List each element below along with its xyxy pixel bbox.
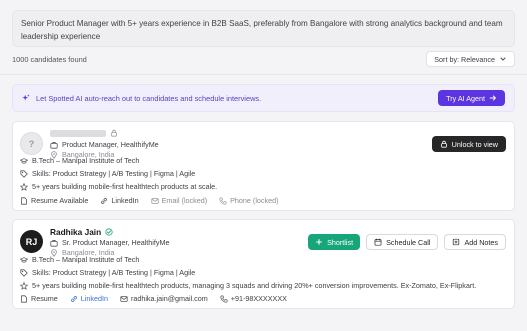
hidden-name-placeholder [50, 129, 106, 137]
arrow-right-icon [489, 94, 497, 102]
candidate-actions: Shortlist Schedule Call Add Notes [308, 234, 506, 250]
candidate-education: B.Tech – Manipal Institute of Tech [32, 156, 140, 165]
candidate-education-row: B.Tech – Manipal Institute of Tech [20, 156, 139, 165]
candidate-title-row: Product Manager, HealthifyMe [50, 140, 159, 149]
graduation-cap-icon [20, 157, 28, 165]
banner-text: Let Spotted AI auto-reach out to candida… [36, 93, 262, 103]
unlock-to-view-button[interactable]: Unlock to view [431, 136, 506, 152]
document-icon [20, 294, 28, 303]
candidate-name-row [50, 129, 118, 137]
add-notes-button[interactable]: Add Notes [444, 234, 506, 250]
candidate-summary-row: 5+ years building mobile-first healthtec… [20, 182, 217, 191]
avatar: ? [20, 132, 43, 155]
link-icon [70, 295, 78, 303]
avatar: RJ [20, 230, 43, 253]
sort-label: Sort by: Relevance [434, 54, 495, 64]
candidate-name-row: Radhika Jain [50, 227, 113, 237]
phone-label: +91-98XXXXXXX [230, 294, 287, 303]
candidate-summary: 5+ years building mobile-first healthtec… [32, 182, 218, 191]
tag-icon [20, 268, 28, 277]
search-query-text: Senior Product Manager with 5+ years exp… [21, 19, 503, 41]
try-ai-agent-label: Try AI Agent [446, 93, 485, 103]
plus-icon [315, 238, 323, 246]
candidate-links-row: Resume LinkedIn radhika.jain@gmail.com +… [20, 294, 287, 303]
resume-label: Resume [31, 294, 58, 303]
verified-check-icon [105, 228, 113, 236]
notes-icon [452, 238, 460, 246]
email-label: radhika.jain@gmail.com [130, 294, 208, 303]
results-meta-row: 1000 candidates found Sort by: Relevance [12, 50, 515, 68]
candidate-links-row: Resume Available LinkedIn Email (locked)… [20, 196, 278, 205]
resume-link[interactable]: Resume Available [20, 196, 88, 205]
linkedin-label: LinkedIn [111, 196, 139, 205]
chevron-down-icon [499, 55, 507, 63]
email-link[interactable]: radhika.jain@gmail.com [120, 294, 208, 303]
briefcase-icon [50, 239, 58, 247]
candidate-skills: Skills: Product Strategy | A/B Testing |… [32, 169, 196, 178]
schedule-call-button[interactable]: Schedule Call [366, 234, 439, 250]
schedule-call-label: Schedule Call [386, 237, 431, 247]
candidate-skills-row: Skills: Product Strategy | A/B Testing |… [20, 268, 195, 277]
tag-icon [20, 169, 28, 178]
divider [0, 74, 527, 75]
lock-icon [110, 129, 118, 137]
phone-label: Phone (locked) [230, 196, 279, 205]
phone-icon [220, 294, 228, 303]
sort-dropdown[interactable]: Sort by: Relevance [426, 51, 515, 67]
mail-icon [150, 197, 159, 205]
linkedin-label: LinkedIn [80, 294, 108, 303]
candidate-summary: 5+ years building mobile-first healthtec… [32, 281, 477, 290]
shortlist-button[interactable]: Shortlist [308, 234, 361, 250]
candidate-summary-row: 5+ years building mobile-first healthtec… [20, 281, 476, 290]
graduation-cap-icon [20, 256, 28, 264]
candidate-skills: Skills: Product Strategy | A/B Testing |… [32, 268, 196, 277]
linkedin-link[interactable]: LinkedIn [100, 196, 139, 205]
sparkle-icon [22, 94, 30, 102]
candidate-name[interactable]: Radhika Jain [50, 227, 101, 237]
unlock-label: Unlock to view [451, 139, 498, 149]
candidate-card-locked[interactable]: ? Product Manager, HealthifyMe Bangalore… [12, 121, 515, 211]
results-count: 1000 candidates found [12, 54, 87, 64]
phone-locked: Phone (locked) [219, 196, 278, 205]
resume-label: Resume Available [31, 196, 89, 205]
briefcase-icon [50, 141, 58, 149]
candidate-title: Product Manager, HealthifyMe [62, 140, 159, 149]
calendar-icon [374, 238, 382, 246]
email-label: Email (locked) [161, 196, 208, 205]
phone-link[interactable]: +91-98XXXXXXX [220, 294, 287, 303]
shortlist-label: Shortlist [327, 237, 354, 247]
candidate-education: B.Tech – Manipal Institute of Tech [32, 255, 140, 264]
mail-icon [120, 295, 128, 303]
linkedin-link[interactable]: LinkedIn [70, 294, 108, 303]
phone-icon [219, 196, 227, 205]
candidate-skills-row: Skills: Product Strategy | A/B Testing |… [20, 169, 195, 178]
add-notes-label: Add Notes [464, 237, 498, 247]
lock-icon [440, 140, 448, 148]
candidate-title-row: Sr. Product Manager, HealthifyMe [50, 238, 169, 247]
search-query-box[interactable]: Senior Product Manager with 5+ years exp… [12, 10, 515, 47]
try-ai-agent-button[interactable]: Try AI Agent [438, 90, 505, 106]
email-locked: Email (locked) [150, 196, 208, 205]
resume-link[interactable]: Resume [20, 294, 58, 303]
candidate-title: Sr. Product Manager, HealthifyMe [62, 238, 170, 247]
candidate-education-row: B.Tech – Manipal Institute of Tech [20, 255, 139, 264]
candidate-card[interactable]: RJ Radhika Jain Sr. Product Manager, Hea… [12, 219, 515, 309]
star-icon [20, 182, 28, 191]
document-icon [20, 196, 28, 205]
link-icon [100, 197, 108, 205]
ai-agent-banner: Let Spotted AI auto-reach out to candida… [12, 84, 515, 112]
star-icon [20, 281, 28, 290]
